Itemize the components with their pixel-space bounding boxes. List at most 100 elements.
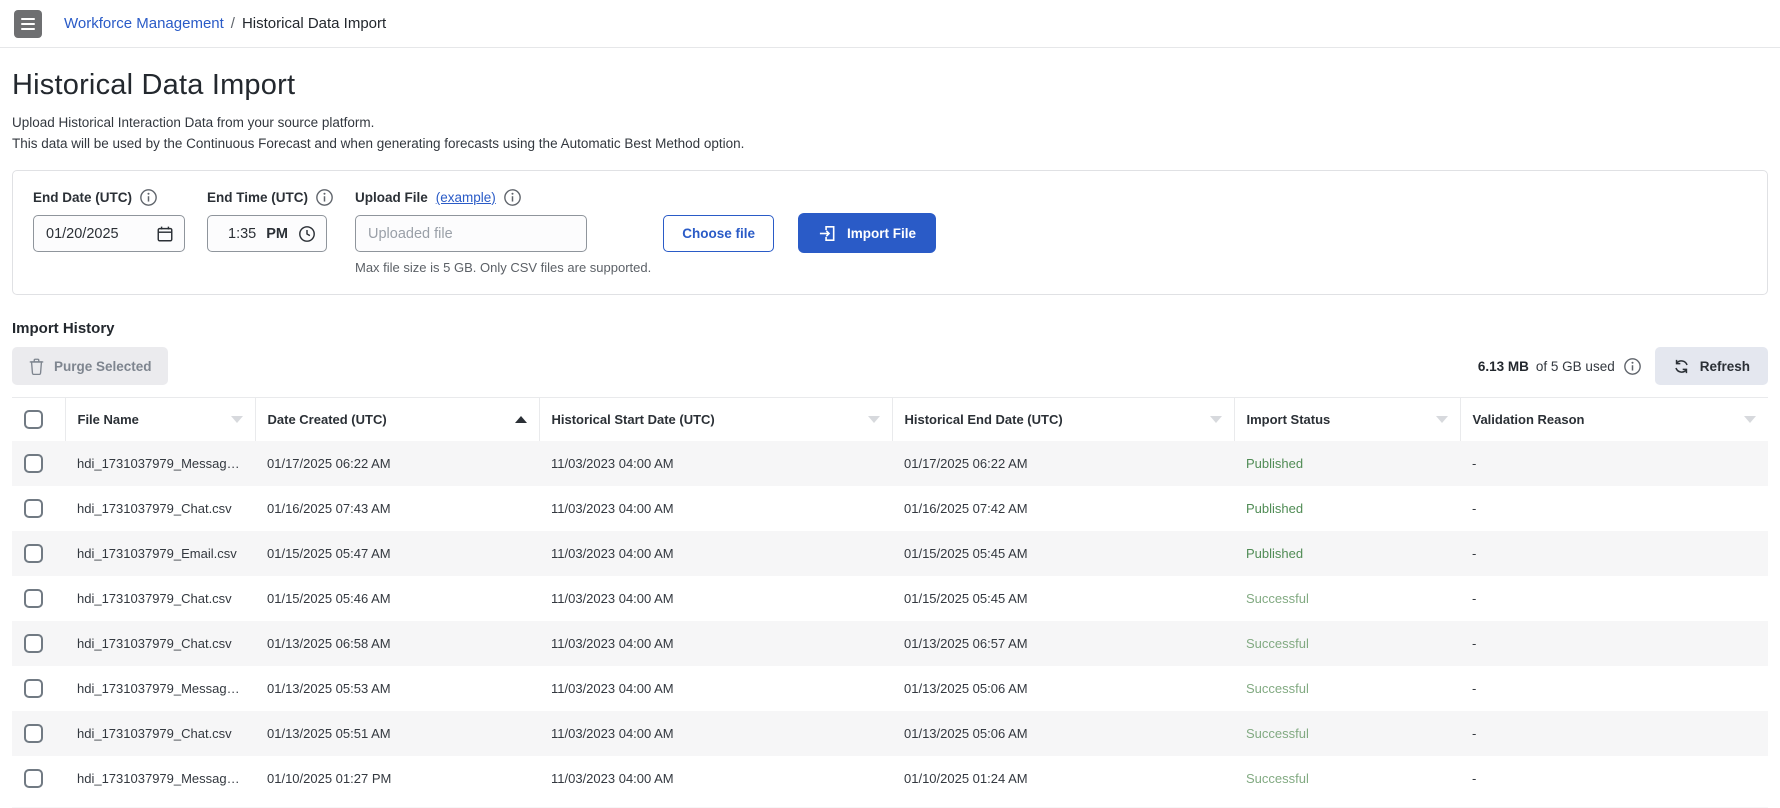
validation-reason-cell: - (1472, 500, 1477, 516)
end-date-label: End Date (UTC) (33, 190, 132, 205)
import-file-button[interactable]: Import File (798, 213, 937, 253)
file-name-cell: hdi_1731037979_Chat.csv (77, 500, 232, 516)
table-row[interactable]: hdi_1731037979_Message... 01/17/2025 06:… (12, 440, 1768, 486)
row-checkbox[interactable] (24, 633, 43, 653)
table-row[interactable]: hdi_1731037979_Email.csv 01/15/2025 05:4… (12, 530, 1768, 576)
date-created-cell: 01/16/2025 07:43 AM (267, 500, 391, 516)
storage-of-text: of 5 GB used (1535, 358, 1615, 374)
meridiem-toggle[interactable]: PM (266, 226, 288, 242)
historical-start-cell: 11/03/2023 04:00 AM (551, 545, 674, 561)
page-title: Historical Data Import (12, 69, 296, 101)
column-header-date-created-utc-[interactable]: Date Created (UTC) (255, 397, 540, 441)
row-checkbox[interactable] (24, 543, 43, 563)
historical-end-cell: 01/15/2025 05:45 AM (904, 545, 1028, 561)
trash-icon (29, 358, 44, 375)
file-name-cell: hdi_1731037979_Chat.csv (77, 725, 232, 741)
file-name-cell: hdi_1731037979_Chat.csv (77, 635, 232, 651)
historical-end-cell: 01/13/2025 05:06 AM (904, 725, 1028, 741)
file-name-cell: hdi_1731037979_Message... (77, 680, 245, 696)
sort-ascending-icon (514, 415, 527, 423)
info-icon[interactable] (316, 189, 333, 206)
column-header-historical-end-date-utc-[interactable]: Historical End Date (UTC) (892, 397, 1235, 441)
example-link[interactable]: (example) (436, 190, 496, 205)
upload-file-label: Upload File (355, 190, 428, 205)
sort-icon (1744, 415, 1756, 423)
end-time-label: End Time (UTC) (207, 190, 308, 205)
select-all-checkbox[interactable] (24, 409, 43, 429)
row-checkbox[interactable] (24, 588, 43, 608)
historical-start-cell: 11/03/2023 04:00 AM (551, 635, 674, 651)
page-description-line2: This data will be used by the Continuous… (12, 136, 745, 151)
uploaded-file-placeholder: Uploaded file (368, 225, 453, 242)
info-icon[interactable] (140, 189, 157, 206)
breadcrumb-separator: / (230, 15, 235, 32)
refresh-button[interactable]: Refresh (1654, 347, 1768, 385)
table-row[interactable]: hdi_1731037979_Message... 01/13/2025 05:… (12, 665, 1768, 711)
column-header-import-status[interactable]: Import Status (1234, 397, 1461, 441)
select-all-header-cell (12, 397, 66, 441)
historical-start-cell: 11/03/2023 04:00 AM (551, 680, 674, 696)
column-header-validation-reason[interactable]: Validation Reason (1460, 397, 1768, 441)
file-name-cell: hdi_1731037979_Chat.csv (77, 590, 232, 606)
date-created-cell: 01/15/2025 05:47 AM (267, 545, 391, 561)
row-checkbox[interactable] (24, 723, 43, 743)
info-icon[interactable] (503, 189, 521, 206)
file-name-cell: hdi_1731037979_Message... (77, 455, 245, 471)
import-history-table-body: hdi_1731037979_Message... 01/17/2025 06:… (12, 440, 1768, 801)
date-created-cell: 01/10/2025 01:27 PM (267, 770, 392, 786)
purge-selected-button[interactable]: Purge Selected (12, 347, 168, 385)
import-status-cell: Successful (1246, 635, 1309, 651)
end-time-input[interactable]: 1:35 PM (207, 215, 327, 252)
validation-reason-cell: - (1472, 635, 1477, 651)
refresh-icon (1674, 359, 1688, 373)
page-description-line1: Upload Historical Interaction Data from … (12, 115, 375, 130)
end-time-value: 1:35 (228, 225, 257, 242)
table-row[interactable]: hdi_1731037979_Chat.csv 01/15/2025 05:46… (12, 575, 1768, 621)
import-status-cell: Published (1246, 500, 1304, 516)
historical-start-cell: 11/03/2023 04:00 AM (551, 770, 674, 786)
end-date-input[interactable]: 01/20/2025 (33, 215, 185, 252)
file-name-cell: hdi_1731037979_Message... (77, 770, 245, 786)
sort-icon (1209, 415, 1222, 423)
table-row[interactable]: hdi_1731037979_Chat.csv 01/13/2025 05:51… (12, 710, 1768, 756)
top-bar: Workforce Management / Historical Data I… (0, 0, 1780, 48)
table-row[interactable]: hdi_1731037979_Chat.csv 01/16/2025 07:43… (12, 485, 1768, 531)
row-checkbox[interactable] (24, 768, 43, 788)
end-time-field: End Time (UTC) 1:35 PM (207, 189, 333, 252)
info-icon[interactable] (1623, 357, 1641, 375)
breadcrumb-workforce-management-link[interactable]: Workforce Management (64, 15, 224, 32)
validation-reason-cell: - (1472, 680, 1477, 696)
column-header-historical-start-date-utc-[interactable]: Historical Start Date (UTC) (539, 397, 893, 441)
validation-reason-cell: - (1472, 590, 1477, 606)
file-size-help-text: Max file size is 5 GB. Only CSV files ar… (355, 260, 652, 275)
column-header-file-name[interactable]: File Name (65, 397, 256, 441)
date-created-cell: 01/13/2025 05:51 AM (267, 725, 391, 741)
table-row[interactable]: hdi_1731037979_Message... 01/10/2025 01:… (12, 755, 1768, 801)
calendar-icon[interactable] (156, 225, 174, 243)
purge-selected-label: Purge Selected (54, 358, 152, 374)
import-status-cell: Successful (1246, 725, 1309, 741)
sort-icon (1435, 415, 1448, 423)
choose-file-button[interactable]: Choose file (663, 215, 774, 252)
import-status-cell: Published (1246, 545, 1304, 561)
import-form-panel: End Date (UTC) 01/20/2025 End Time (UTC)… (12, 170, 1768, 295)
row-checkbox[interactable] (24, 498, 43, 518)
historical-start-cell: 11/03/2023 04:00 AM (551, 455, 674, 471)
import-history-title: Import History (12, 320, 115, 337)
uploaded-file-input[interactable]: Uploaded file (355, 215, 587, 252)
historical-start-cell: 11/03/2023 04:00 AM (551, 500, 674, 516)
hamburger-menu-button[interactable] (14, 9, 42, 38)
file-import-icon (819, 225, 835, 241)
validation-reason-cell: - (1472, 770, 1477, 786)
sort-icon (230, 415, 243, 423)
import-status-cell: Successful (1246, 770, 1309, 786)
import-status-cell: Successful (1246, 590, 1309, 606)
validation-reason-cell: - (1472, 725, 1477, 741)
row-checkbox[interactable] (24, 678, 43, 698)
import-status-cell: Published (1246, 455, 1304, 471)
row-checkbox[interactable] (24, 453, 43, 473)
date-created-cell: 01/13/2025 05:53 AM (267, 680, 391, 696)
clock-icon[interactable] (298, 225, 316, 243)
import-history-toolbar: Purge Selected 6.13 MB of 5 GB used Refr… (12, 347, 1768, 385)
table-row[interactable]: hdi_1731037979_Chat.csv 01/13/2025 06:58… (12, 620, 1768, 666)
